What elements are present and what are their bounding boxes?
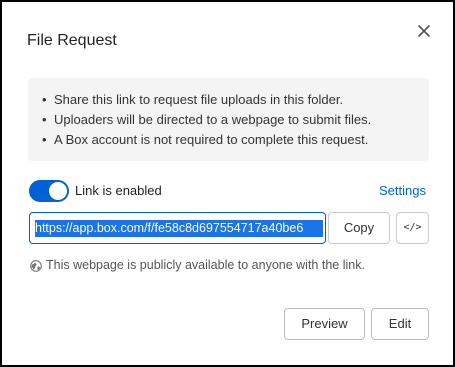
info-box: • Share this link to request file uploads… [28, 78, 429, 161]
public-note: This webpage is publicly available to an… [46, 258, 365, 272]
info-item: • Share this link to request file uploads… [42, 92, 344, 107]
info-item-text: A Box account is not required to complet… [54, 132, 369, 147]
embed-code-button[interactable]: </> [396, 212, 429, 244]
file-request-dialog: File Request • Share this link to request… [0, 0, 455, 367]
preview-button[interactable]: Preview [284, 308, 365, 340]
link-enabled-label: Link is enabled [75, 183, 162, 198]
info-item: • A Box account is not required to comple… [42, 132, 369, 147]
close-icon[interactable] [415, 22, 433, 40]
info-item-text: Share this link to request file uploads … [54, 92, 344, 107]
info-list: • Share this link to request file uploads… [42, 90, 371, 150]
edit-button[interactable]: Edit [371, 308, 429, 340]
toggle-knob [49, 182, 67, 200]
shared-link-input[interactable]: https://app.box.com/f/fe58c8d697554717a4… [29, 212, 326, 244]
link-enabled-toggle[interactable] [29, 180, 69, 202]
dialog-title: File Request [27, 32, 117, 49]
settings-link[interactable]: Settings [379, 183, 426, 198]
shared-link-url: https://app.box.com/f/fe58c8d697554717a4… [35, 220, 323, 237]
globe-icon [30, 259, 42, 272]
info-item-text: Uploaders will be directed to a webpage … [54, 112, 372, 127]
copy-button[interactable]: Copy [328, 212, 390, 244]
info-item: • Uploaders will be directed to a webpage… [42, 112, 372, 127]
